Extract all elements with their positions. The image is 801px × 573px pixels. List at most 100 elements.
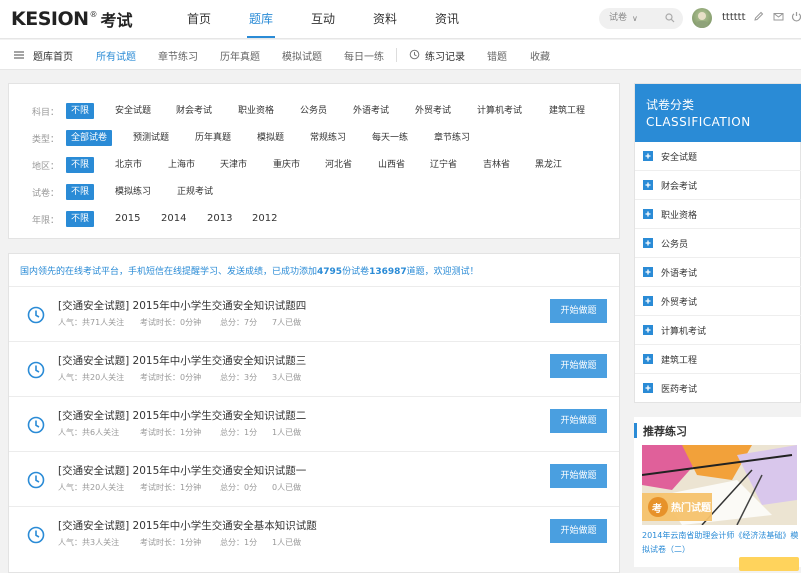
filter-option[interactable]: 不限 (66, 184, 95, 200)
filter-option[interactable]: 北京市 (115, 157, 142, 173)
exam-done-count: 3人已做 (272, 373, 302, 382)
category-label[interactable]: 外语考试 (661, 266, 697, 279)
exam-popularity: 人气：共20人关注 (58, 483, 125, 492)
filter-option[interactable]: 黑龙江 (535, 157, 562, 173)
filter-option[interactable]: 历年真题 (195, 130, 231, 146)
category-item[interactable]: 外语考试 (635, 258, 801, 287)
filter-option[interactable]: 安全试题 (115, 103, 151, 119)
category-label[interactable]: 建筑工程 (661, 353, 697, 366)
filter-option[interactable]: 2015 (115, 211, 140, 227)
filter-option[interactable]: 上海市 (168, 157, 195, 173)
exam-title[interactable]: [交通安全试题] 2015年中小学生交通安全知识试题二 (58, 408, 306, 423)
category-label[interactable]: 医药考试 (661, 382, 697, 395)
filter-option[interactable]: 计算机考试 (477, 103, 522, 119)
subnav-past-exams[interactable]: 历年真题 (220, 48, 260, 63)
filter-option[interactable]: 2014 (161, 211, 186, 227)
recommend-button[interactable] (739, 557, 799, 571)
filter-option[interactable]: 预测试题 (133, 130, 169, 146)
nav-home[interactable]: 首页 (187, 10, 211, 27)
logo[interactable]: KESION ® 考试 (11, 8, 133, 30)
filter-option[interactable]: 公务员 (300, 103, 327, 119)
exam-title[interactable]: [交通安全试题] 2015年中小学生交通安全基本知识试题 (58, 518, 317, 533)
exam-item[interactable]: [交通安全试题] 2015年中小学生交通安全知识试题二 人气：共6人关注 考试时… (9, 396, 619, 451)
filter-option[interactable]: 外贸考试 (415, 103, 451, 119)
category-label[interactable]: 职业资格 (661, 208, 697, 221)
edit-icon[interactable] (753, 11, 764, 22)
filter-option[interactable]: 不限 (66, 211, 95, 227)
nav-question-bank[interactable]: 题库 (246, 10, 276, 38)
recommend-link[interactable]: 2014年云南省助理会计师《经济法基础》模拟试卷（二） (642, 529, 800, 557)
subnav-bank-home[interactable]: 题库首页 (33, 48, 73, 63)
filter-option[interactable]: 山西省 (378, 157, 405, 173)
exam-title[interactable]: [交通安全试题] 2015年中小学生交通安全知识试题四 (58, 298, 306, 313)
category-item[interactable]: 计算机考试 (635, 316, 801, 345)
filter-option[interactable]: 建筑工程 (549, 103, 585, 119)
recommend-image[interactable]: 考 热门试题 (642, 445, 797, 525)
start-exam-button[interactable]: 开始做题 (550, 354, 607, 378)
filter-option[interactable]: 正规考试 (177, 184, 213, 200)
filter-option[interactable]: 天津市 (220, 157, 247, 173)
category-item[interactable]: 财会考试 (635, 171, 801, 200)
nav-news[interactable]: 资讯 (435, 10, 459, 27)
filter-option[interactable]: 职业资格 (238, 103, 274, 119)
category-item[interactable]: 医药考试 (635, 374, 801, 403)
category-label[interactable]: 计算机考试 (661, 324, 706, 337)
category-label[interactable]: 财会考试 (661, 179, 697, 192)
hot-badge: 热门试题 (671, 503, 711, 514)
avatar[interactable] (692, 8, 712, 28)
exam-item[interactable]: [交通安全试题] 2015年中小学生交通安全知识试题一 人气：共20人关注 考试… (9, 451, 619, 506)
filter-option[interactable]: 每天一练 (372, 130, 408, 146)
start-exam-button[interactable]: 开始做题 (550, 409, 607, 433)
exam-title[interactable]: [交通安全试题] 2015年中小学生交通安全知识试题一 (58, 463, 306, 478)
search-icon[interactable] (665, 13, 675, 23)
subnav-practice-record[interactable]: 练习记录 (425, 48, 465, 63)
search-box[interactable]: 试卷 ∨ (599, 8, 683, 29)
exam-item[interactable]: [交通安全试题] 2015年中小学生交通安全知识试题三 人气：共20人关注 考试… (9, 341, 619, 396)
category-item[interactable]: 公务员 (635, 229, 801, 258)
filter-option[interactable]: 财会考试 (176, 103, 212, 119)
exam-item[interactable]: [交通安全试题] 2015年中小学生交通安全基本知识试题 人气：共3人关注 考试… (9, 506, 619, 561)
filter-option[interactable]: 重庆市 (273, 157, 300, 173)
filter-option[interactable]: 2012 (252, 211, 277, 227)
subnav-favorites[interactable]: 收藏 (530, 48, 550, 63)
search-category[interactable]: 试卷 (609, 13, 627, 23)
filter-option[interactable]: 吉林省 (483, 157, 510, 173)
category-item[interactable]: 建筑工程 (635, 345, 801, 374)
subnav-chapter-practice[interactable]: 章节练习 (158, 48, 198, 63)
nav-materials[interactable]: 资料 (373, 10, 397, 27)
username[interactable]: tttttt (722, 12, 746, 23)
subnav-mock-exams[interactable]: 模拟试题 (282, 48, 322, 63)
subnav-all-questions[interactable]: 所有试题 (96, 48, 136, 63)
plus-icon (643, 296, 653, 306)
category-item[interactable]: 外贸考试 (635, 287, 801, 316)
category-label[interactable]: 安全试题 (661, 150, 697, 163)
filter-option[interactable]: 章节练习 (434, 130, 470, 146)
filter-option[interactable]: 不限 (66, 103, 95, 119)
category-label[interactable]: 外贸考试 (661, 295, 697, 308)
filter-option[interactable]: 外语考试 (353, 103, 389, 119)
category-item[interactable]: 职业资格 (635, 200, 801, 229)
filter-option[interactable]: 模拟题 (257, 130, 284, 146)
start-exam-button[interactable]: 开始做题 (550, 519, 607, 543)
filter-option[interactable]: 模拟练习 (115, 184, 151, 200)
category-item[interactable]: 安全试题 (635, 142, 801, 171)
category-label[interactable]: 公务员 (661, 237, 688, 250)
filter-option[interactable]: 河北省 (325, 157, 352, 173)
category-header: 试卷分类 CLASSIFICATION (635, 84, 801, 142)
filter-option[interactable]: 辽宁省 (430, 157, 457, 173)
start-exam-button[interactable]: 开始做题 (550, 464, 607, 488)
filter-option[interactable]: 常规练习 (310, 130, 346, 146)
exam-list-panel: 国内领先的在线考试平台，手机短信在线提醒学习、发送成绩，已成功添加4795份试卷… (8, 253, 620, 573)
filter-option[interactable]: 全部试卷 (66, 130, 113, 146)
start-exam-button[interactable]: 开始做题 (550, 299, 607, 323)
mail-icon[interactable] (773, 11, 784, 22)
logout-icon[interactable] (791, 11, 801, 22)
subnav-daily-practice[interactable]: 每日一练 (344, 48, 384, 63)
subnav-wrong-questions[interactable]: 错题 (487, 48, 507, 63)
exam-title[interactable]: [交通安全试题] 2015年中小学生交通安全知识试题三 (58, 353, 306, 368)
filter-option[interactable]: 不限 (66, 157, 95, 173)
filter-option[interactable]: 2013 (207, 211, 232, 227)
nav-interaction[interactable]: 互动 (311, 10, 335, 27)
exam-item[interactable]: [交通安全试题] 2015年中小学生交通安全知识试题四 人气：共71人关注 考试… (9, 286, 619, 341)
notice-text: 国内领先的在线考试平台，手机短信在线提醒学习、发送成绩，已成功添加 (20, 267, 318, 277)
